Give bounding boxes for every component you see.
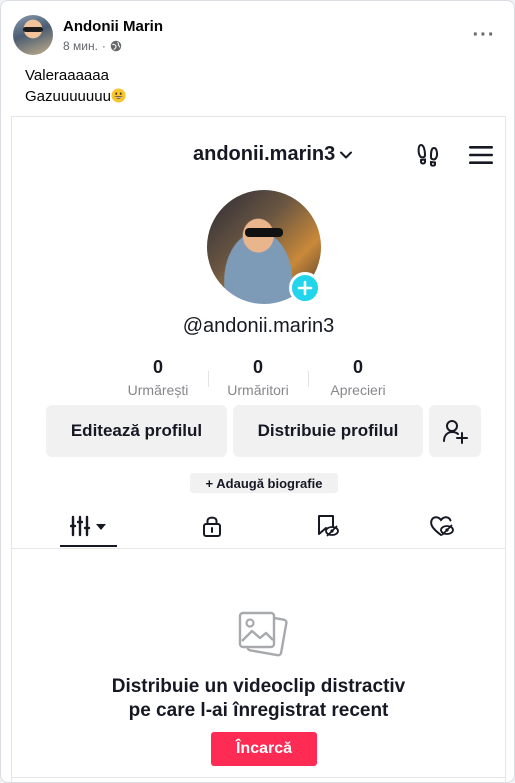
add-photo-badge[interactable] xyxy=(289,272,321,304)
stat-likes-label: Aprecieri xyxy=(330,382,386,398)
footprints-icon[interactable] xyxy=(416,141,442,167)
profile-actions: Editează profilul Distribuie profilul xyxy=(46,405,481,457)
grid-filter-icon xyxy=(70,515,106,537)
post-text: Valeraaaaaa Gazuuuuuuu xyxy=(25,65,126,107)
facebook-post: Andonii Marin 8 мин. · ··· Valeraaaaaa G… xyxy=(0,0,515,783)
author-avatar[interactable] xyxy=(13,15,53,55)
empty-state-line-1: Distribuie un videoclip distractiv xyxy=(111,676,406,697)
empty-state-line-2: pe care l-ai înregistrat recent xyxy=(128,700,389,721)
active-tab-indicator xyxy=(60,545,117,547)
tab-liked[interactable] xyxy=(422,511,462,541)
edit-profile-button[interactable]: Editează profilul xyxy=(46,405,227,457)
tabs-divider xyxy=(12,548,505,549)
lock-icon xyxy=(203,516,221,537)
globe-icon[interactable] xyxy=(110,40,122,52)
post-meta: 8 мин. · xyxy=(63,39,163,53)
add-bio-button[interactable]: + Adaugă biografie xyxy=(190,473,338,493)
add-friend-button[interactable] xyxy=(429,405,481,457)
stat-following[interactable]: 0 Urmărești xyxy=(108,357,208,401)
chevron-down-icon xyxy=(340,151,353,158)
profile-tabs xyxy=(12,511,505,547)
stat-following-label: Urmărești xyxy=(127,382,189,398)
heart-hidden-icon xyxy=(430,516,454,536)
hamburger-menu-icon[interactable] xyxy=(468,143,494,167)
top-username: andonii.marin3 xyxy=(193,143,336,165)
profile-handle: @andonii.marin3 xyxy=(182,315,335,337)
stat-followers-value: 0 xyxy=(252,357,263,377)
stat-followers-label: Urmăritori xyxy=(227,382,289,398)
more-horizontal-icon: ··· xyxy=(472,24,496,46)
photo-placeholder-icon xyxy=(238,611,288,657)
tab-private[interactable] xyxy=(192,511,232,541)
author-block: Andonii Marin 8 мин. · xyxy=(63,18,163,53)
profile-stats: 0 Urmărești 0 Urmăritori 0 Aprecieri xyxy=(108,357,408,401)
tab-saved[interactable] xyxy=(307,511,347,541)
post-more-button[interactable]: ··· xyxy=(466,17,502,53)
empty-state-text: Distribuie un videoclip distractiv pe ca… xyxy=(12,675,505,723)
meta-separator: · xyxy=(101,38,106,53)
username-switcher[interactable]: andonii.marin3 xyxy=(193,143,353,166)
tab-videos[interactable] xyxy=(68,511,116,541)
bookmark-hidden-icon xyxy=(318,515,339,537)
stat-following-value: 0 xyxy=(152,357,163,377)
post-time[interactable]: 8 мин. xyxy=(63,39,98,53)
tiktok-top-bar: andonii.marin3 xyxy=(12,139,505,171)
stat-likes[interactable]: 0 Aprecieri xyxy=(308,357,408,401)
tiktok-profile-screenshot: andonii.marin3 @andonii.marin3 0 Urmăreș… xyxy=(11,116,506,782)
post-text-line-1: Valeraaaaaa xyxy=(25,67,109,84)
stat-likes-value: 0 xyxy=(352,357,363,377)
add-user-icon xyxy=(443,420,468,444)
upload-button[interactable]: Încarcă xyxy=(211,732,317,766)
post-text-line-2: Gazuuuuuuu xyxy=(25,88,111,105)
profile-photo-wrap xyxy=(207,190,321,304)
post-text-line-2-wrap: Gazuuuuuuu xyxy=(25,86,126,107)
screenshot-bottom-edge xyxy=(12,777,505,778)
stat-followers[interactable]: 0 Urmăritori xyxy=(208,357,308,401)
author-name[interactable]: Andonii Marin xyxy=(63,18,163,36)
plus-icon xyxy=(297,280,313,296)
grinning-face-emoji-icon xyxy=(111,88,126,103)
post-header: Andonii Marin 8 мин. · ··· xyxy=(13,13,502,57)
share-profile-button[interactable]: Distribuie profilul xyxy=(233,405,423,457)
